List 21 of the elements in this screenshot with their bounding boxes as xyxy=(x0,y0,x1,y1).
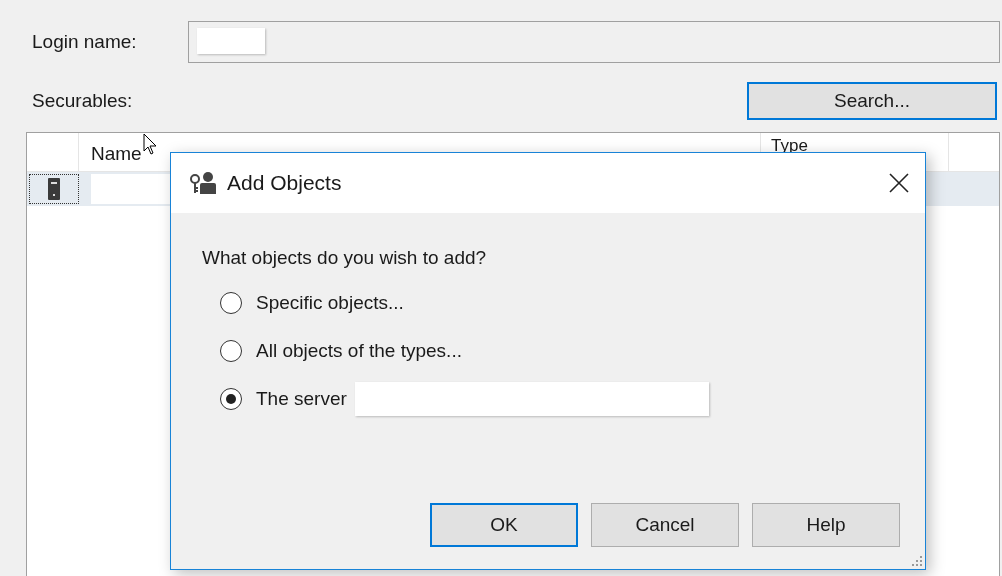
login-name-label: Login name: xyxy=(31,31,138,53)
dialog-button[interactable]: Help xyxy=(752,503,900,547)
option-label[interactable]: The server xyxy=(256,388,347,410)
server-name-field[interactable] xyxy=(354,382,709,416)
close-icon[interactable] xyxy=(889,173,909,193)
option-label[interactable]: All objects of the types... xyxy=(256,340,462,362)
dialog-button[interactable]: OK xyxy=(430,503,578,547)
securables-label: Securables: xyxy=(31,90,134,112)
radio-button[interactable] xyxy=(220,340,242,362)
dialog-button[interactable]: Cancel xyxy=(591,503,739,547)
search-button[interactable]: Search... xyxy=(747,82,997,120)
login-name-field[interactable] xyxy=(188,21,1000,63)
radio-button[interactable] xyxy=(220,388,242,410)
user-key-icon xyxy=(189,171,217,195)
dialog-prompt: What objects do you wish to add? xyxy=(202,247,488,269)
column-header: Name xyxy=(91,143,142,165)
server-icon xyxy=(47,178,61,200)
radio-button[interactable] xyxy=(220,292,242,314)
dialog-title: Add Objects xyxy=(227,171,343,195)
resize-grip-icon[interactable] xyxy=(911,555,923,567)
option-label[interactable]: Specific objects... xyxy=(256,292,404,314)
